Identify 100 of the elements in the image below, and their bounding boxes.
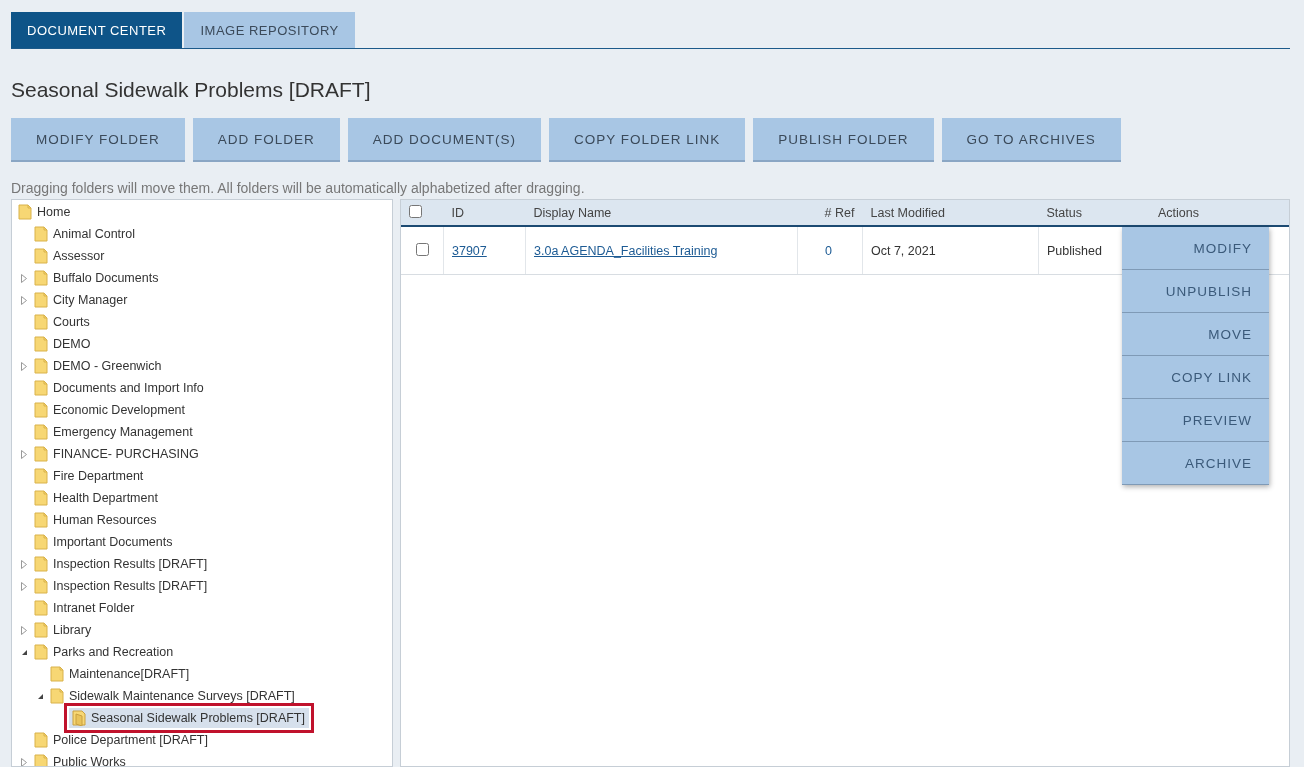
tree-item-label: Home bbox=[37, 205, 71, 219]
menu-item[interactable]: MODIFY bbox=[1122, 227, 1269, 270]
column-header: Last Modified bbox=[870, 205, 945, 220]
tree-item[interactable]: Intranet Folder bbox=[34, 598, 139, 618]
tree-item[interactable]: Maintenance[DRAFT] bbox=[50, 664, 194, 684]
folder-icon bbox=[18, 204, 32, 220]
tree-item[interactable]: Police Department [DRAFT] bbox=[34, 730, 212, 750]
column-header: # Ref bbox=[824, 205, 855, 220]
folder-icon bbox=[34, 578, 48, 594]
column-header: ID bbox=[451, 205, 464, 220]
collapsed-triangle-icon[interactable] bbox=[21, 559, 27, 569]
collapsed-triangle-icon[interactable] bbox=[21, 361, 27, 371]
tree-item[interactable]: Documents and Import Info bbox=[34, 378, 208, 398]
tree-item-label: Documents and Import Info bbox=[53, 381, 204, 395]
select-all-checkbox[interactable] bbox=[409, 204, 422, 218]
folder-icon bbox=[50, 666, 64, 682]
tree-item[interactable]: Human Resources bbox=[34, 510, 161, 530]
column-header: Actions bbox=[1158, 205, 1199, 220]
folder-icon bbox=[34, 556, 48, 572]
collapsed-triangle-icon[interactable] bbox=[21, 273, 27, 283]
menu-item[interactable]: UNPUBLISH bbox=[1122, 270, 1269, 313]
tree-item[interactable]: Inspection Results [DRAFT] bbox=[34, 554, 212, 574]
table-cell: 0 bbox=[825, 243, 832, 258]
collapsed-triangle-icon[interactable] bbox=[21, 449, 27, 459]
tree-item-label: Public Works bbox=[53, 755, 126, 766]
tree-item[interactable]: Fire Department bbox=[34, 466, 148, 486]
expanded-triangle-icon[interactable] bbox=[20, 648, 28, 656]
tree-item[interactable]: City Manager bbox=[34, 290, 132, 310]
document-id-link[interactable]: 37907 bbox=[452, 243, 487, 258]
column-header: Status bbox=[1046, 205, 1082, 220]
tree-item-label: Inspection Results [DRAFT] bbox=[53, 557, 208, 571]
folder-icon bbox=[34, 358, 48, 374]
toolbar-button[interactable]: GO TO ARCHIVES bbox=[941, 118, 1121, 162]
tree-item[interactable]: Emergency Management bbox=[34, 422, 197, 442]
folder-icon bbox=[34, 248, 48, 264]
tree-item-label: Animal Control bbox=[53, 227, 135, 241]
expanded-triangle-icon[interactable] bbox=[36, 692, 44, 700]
toolbar-button[interactable]: PUBLISH FOLDER bbox=[753, 118, 934, 162]
menu-item[interactable]: COPY LINK bbox=[1122, 356, 1269, 399]
tree-item-label: Sidewalk Maintenance Surveys [DRAFT] bbox=[69, 689, 295, 703]
tree-item[interactable]: Sidewalk Maintenance Surveys [DRAFT] bbox=[50, 686, 299, 706]
table-cell: Oct 7, 2021 bbox=[871, 243, 936, 258]
collapsed-triangle-icon[interactable] bbox=[21, 295, 27, 305]
collapsed-triangle-icon[interactable] bbox=[21, 625, 27, 635]
tree-item[interactable]: DEMO bbox=[34, 334, 95, 354]
tab[interactable]: DOCUMENT CENTER bbox=[11, 12, 183, 48]
tree-item[interactable]: FINANCE- PURCHASING bbox=[34, 444, 203, 464]
tree-item[interactable]: Buffalo Documents bbox=[34, 268, 163, 288]
folder-icon bbox=[34, 534, 48, 550]
menu-item[interactable]: ARCHIVE bbox=[1122, 442, 1269, 485]
tree-item-label: Police Department [DRAFT] bbox=[53, 733, 208, 747]
tree-item[interactable]: DEMO - Greenwich bbox=[34, 356, 166, 376]
folder-icon bbox=[72, 710, 86, 726]
tree-item-label: Courts bbox=[53, 315, 90, 329]
folder-icon bbox=[34, 490, 48, 506]
tree-item-label: Health Department bbox=[53, 491, 158, 505]
toolbar-button[interactable]: ADD DOCUMENT(S) bbox=[347, 118, 542, 162]
menu-item[interactable]: PREVIEW bbox=[1122, 399, 1269, 442]
folder-icon bbox=[34, 732, 48, 748]
tree-item-label: Library bbox=[53, 623, 92, 637]
tree-item[interactable]: Parks and Recreation bbox=[34, 642, 178, 662]
folder-icon bbox=[34, 644, 48, 660]
tree-item-label: Inspection Results [DRAFT] bbox=[53, 579, 208, 593]
tab[interactable]: IMAGE REPOSITORY bbox=[184, 12, 355, 48]
tree-item[interactable]: Library bbox=[34, 620, 96, 640]
tree-item[interactable]: Home bbox=[18, 202, 75, 222]
tree-item[interactable]: Health Department bbox=[34, 488, 162, 508]
folder-icon bbox=[34, 468, 48, 484]
tree-item[interactable]: Assessor bbox=[34, 246, 109, 266]
folder-icon bbox=[34, 424, 48, 440]
tree-item-label: Economic Development bbox=[53, 403, 185, 417]
column-header: Display Name bbox=[533, 205, 612, 220]
tree-item[interactable]: Inspection Results [DRAFT] bbox=[34, 576, 212, 596]
tree-item[interactable]: Public Works bbox=[34, 752, 130, 766]
toolbar-button[interactable]: COPY FOLDER LINK bbox=[549, 118, 746, 162]
row-checkbox[interactable] bbox=[415, 242, 429, 256]
tree-item-label: Maintenance[DRAFT] bbox=[69, 667, 190, 681]
document-name-link[interactable]: 3.0a AGENDA_Facilities Training bbox=[534, 243, 718, 258]
tree-item[interactable]: Animal Control bbox=[34, 224, 139, 244]
folder-icon bbox=[34, 512, 48, 528]
collapsed-triangle-icon[interactable] bbox=[21, 581, 27, 591]
folder-icon bbox=[34, 336, 48, 352]
tree-item-label: Human Resources bbox=[53, 513, 157, 527]
folder-icon bbox=[34, 226, 48, 242]
tree-item-label: DEMO - Greenwich bbox=[53, 359, 162, 373]
tree-item-label: Emergency Management bbox=[53, 425, 193, 439]
collapsed-triangle-icon[interactable] bbox=[21, 757, 27, 766]
tree-item[interactable]: Economic Development bbox=[34, 400, 189, 420]
tree-item-label: DEMO bbox=[53, 337, 91, 351]
folder-icon bbox=[34, 754, 48, 766]
folder-icon bbox=[34, 600, 48, 616]
tree-item[interactable]: Courts bbox=[34, 312, 94, 332]
folder-icon bbox=[34, 292, 48, 308]
toolbar-button[interactable]: MODIFY FOLDER bbox=[11, 118, 185, 162]
folder-icon bbox=[34, 446, 48, 462]
menu-item[interactable]: MOVE bbox=[1122, 313, 1269, 356]
toolbar-button[interactable]: ADD FOLDER bbox=[192, 118, 340, 162]
tree-item[interactable]: Important Documents bbox=[34, 532, 177, 552]
folder-icon bbox=[34, 622, 48, 638]
folder-icon bbox=[34, 380, 48, 396]
